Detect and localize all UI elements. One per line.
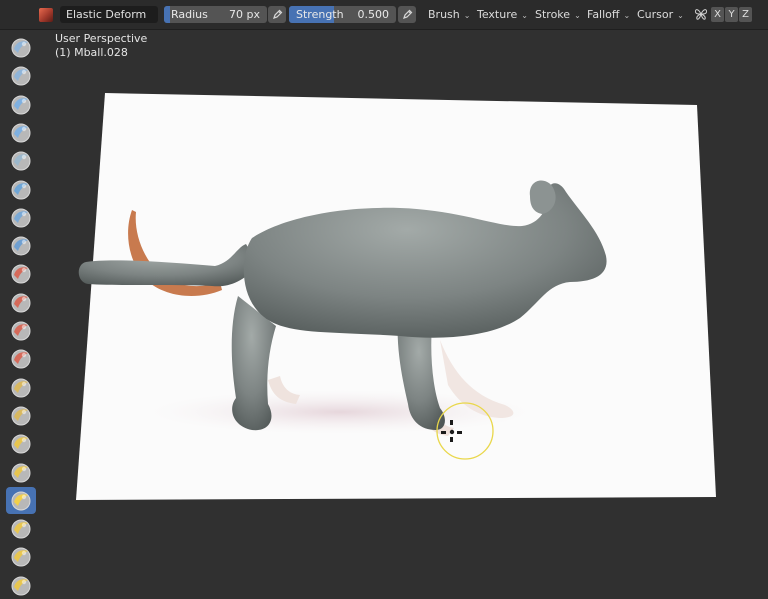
tool-button-fill-brush[interactable]: [6, 345, 36, 372]
smooth-brush-icon: [11, 293, 31, 313]
fill-brush-icon: [11, 349, 31, 369]
clay-brush-icon: [11, 95, 31, 115]
tool-button-smooth-brush[interactable]: [6, 289, 36, 316]
elastic-deform-brush-icon: [11, 491, 31, 511]
tool-button-snake-hook-brush[interactable]: [6, 515, 36, 542]
tool-button-draw-sharp-brush[interactable]: [6, 62, 36, 89]
view-name-label: User Perspective: [55, 32, 148, 45]
tool-button-pinch-brush[interactable]: [6, 430, 36, 457]
pose-brush-icon: [11, 576, 31, 596]
clay-strips-brush-icon: [11, 123, 31, 143]
sculpt-toolbar: [0, 29, 42, 598]
tool-button-clay-brush[interactable]: [6, 91, 36, 118]
tool-button-draw-brush[interactable]: [6, 34, 36, 61]
tool-button-blob-brush[interactable]: [6, 232, 36, 259]
multiplane-scrape-brush-icon: [11, 406, 31, 426]
tool-button-elastic-deform-brush[interactable]: [6, 486, 36, 514]
grab-brush-icon: [11, 463, 31, 482]
tool-button-thumb-brush[interactable]: [6, 543, 36, 570]
flatten-brush-icon: [11, 321, 31, 341]
blob-brush-icon: [11, 236, 31, 256]
draw-brush-icon: [11, 38, 31, 58]
tool-button-crease-brush[interactable]: [6, 260, 36, 287]
tool-button-scrape-brush[interactable]: [6, 374, 36, 401]
tool-button-pose-brush[interactable]: [6, 572, 36, 599]
tool-button-grab-brush[interactable]: [6, 459, 36, 486]
inflate-brush-icon: [11, 208, 31, 228]
crease-brush-icon: [11, 264, 31, 284]
active-object-label: (1) Mball.028: [55, 46, 128, 59]
tool-button-flatten-brush[interactable]: [6, 317, 36, 344]
tool-button-clay-strips-brush[interactable]: [6, 119, 36, 146]
viewport-3d[interactable]: [0, 0, 768, 598]
tool-button-inflate-brush[interactable]: [6, 204, 36, 231]
thumb-brush-icon: [11, 547, 31, 567]
draw-sharp-brush-icon: [11, 66, 31, 86]
tool-button-layer-brush[interactable]: [6, 176, 36, 203]
snake-hook-brush-icon: [11, 519, 31, 539]
tool-button-clay-thumb-brush[interactable]: [6, 147, 36, 174]
clay-thumb-brush-icon: [11, 151, 31, 171]
scrape-brush-icon: [11, 378, 31, 398]
tool-button-multiplane-scrape-brush[interactable]: [6, 402, 36, 429]
pinch-brush-icon: [11, 434, 31, 454]
layer-brush-icon: [11, 180, 31, 199]
